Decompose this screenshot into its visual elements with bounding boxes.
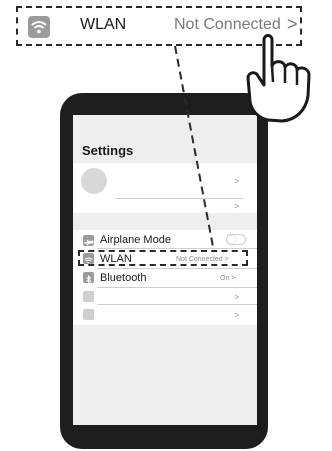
pointing-hand-icon	[246, 34, 311, 123]
connector-overlay	[174, 34, 311, 253]
connector-dashed-line	[174, 45, 215, 253]
